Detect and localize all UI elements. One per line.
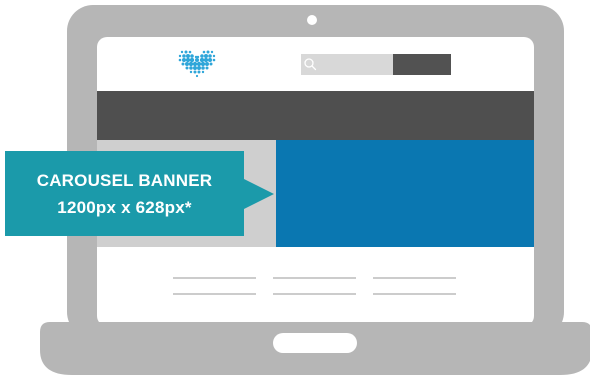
content-line: [173, 293, 256, 295]
search-button[interactable]: [393, 54, 451, 75]
content-line: [273, 293, 356, 295]
trackpad: [273, 333, 357, 353]
carousel-banner: [276, 140, 534, 247]
callout-label: CAROUSEL BANNER 1200px x 628px*: [5, 151, 244, 236]
search-icon: [304, 58, 317, 71]
webcam: [307, 15, 317, 25]
laptop-mockup-diagram: CAROUSEL BANNER 1200px x 628px*: [0, 0, 590, 378]
content-line: [373, 293, 456, 295]
content-line: [273, 277, 356, 279]
heart-logo-icon: [178, 50, 216, 78]
nav-bar: [97, 91, 534, 140]
callout-dimensions: 1200px x 628px*: [57, 197, 192, 217]
content-line: [173, 277, 256, 279]
content-line: [373, 277, 456, 279]
callout-title: CAROUSEL BANNER: [36, 170, 213, 190]
